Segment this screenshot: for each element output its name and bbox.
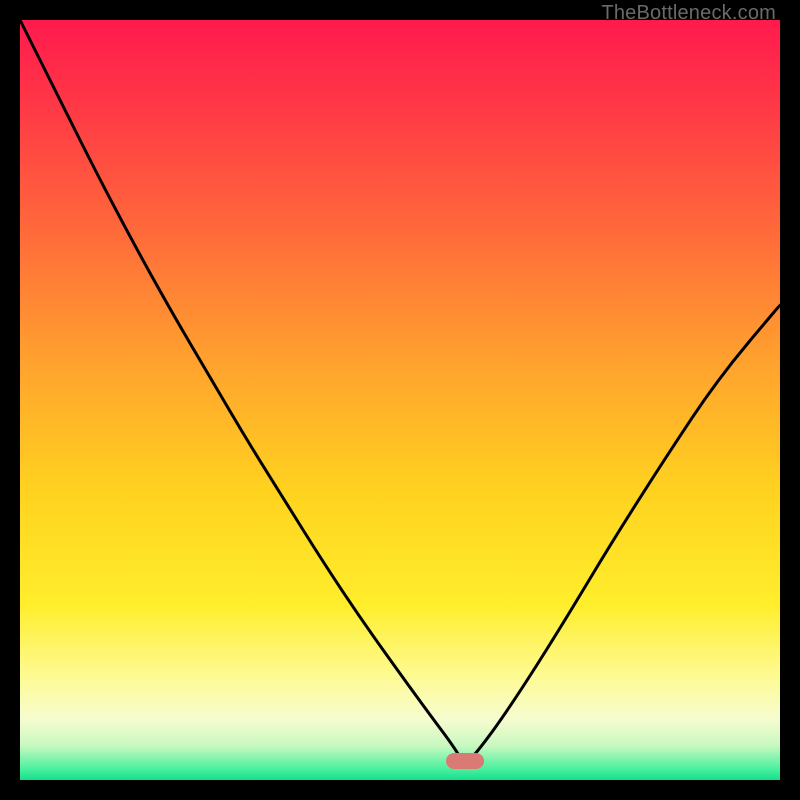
- bottleneck-curve: [20, 20, 780, 780]
- chart-frame: TheBottleneck.com: [0, 0, 800, 800]
- watermark-text: TheBottleneck.com: [601, 2, 776, 25]
- minimum-marker: [446, 753, 484, 769]
- plot-area: [20, 20, 780, 780]
